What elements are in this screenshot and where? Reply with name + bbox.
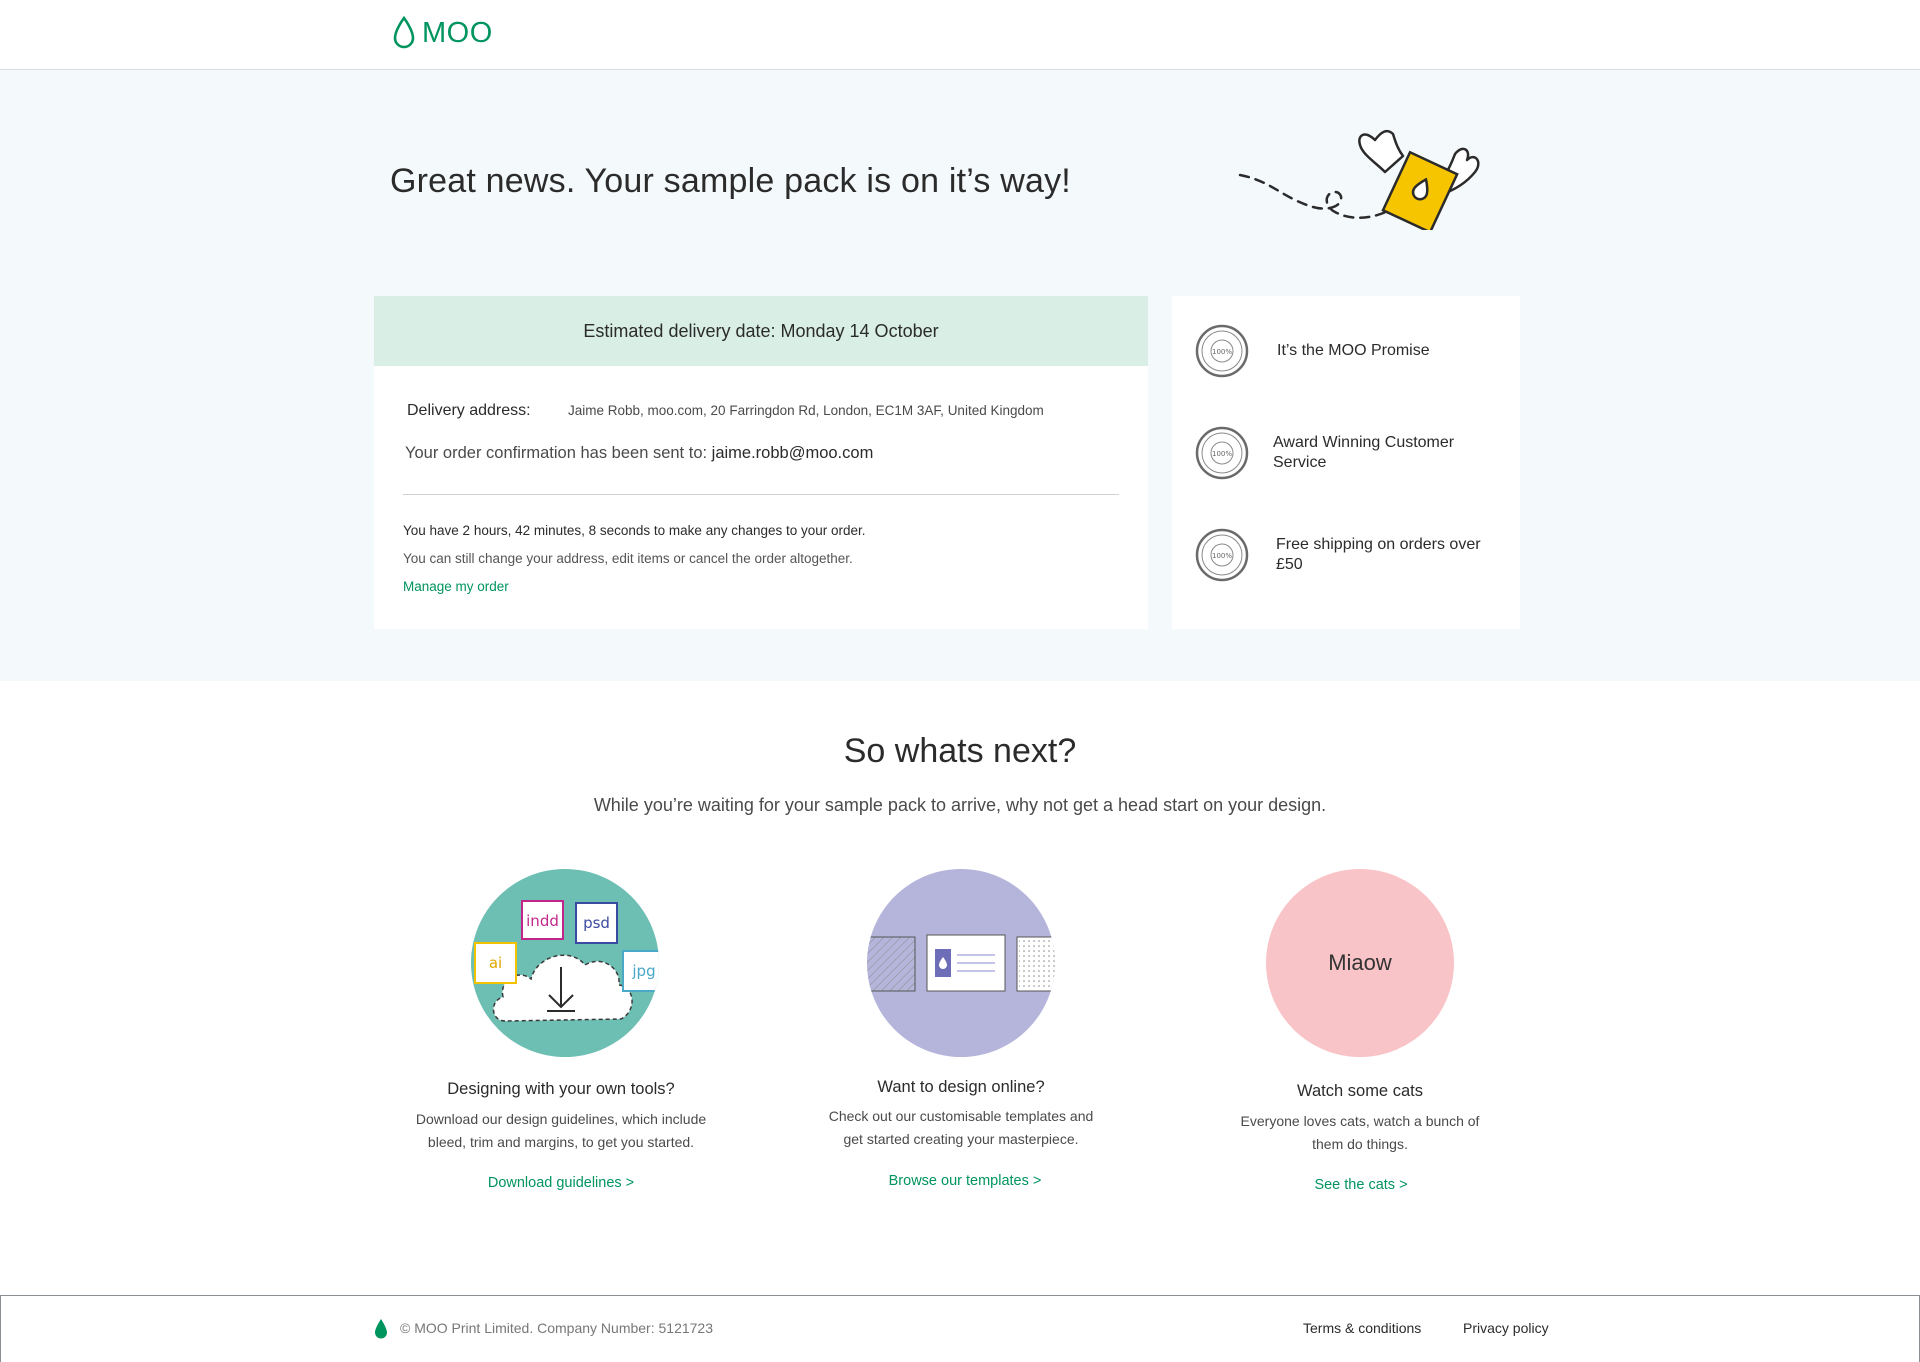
site-header: MOO: [0, 0, 1920, 70]
confirmation-sent-text: Your order confirmation has been sent to…: [405, 444, 873, 463]
cats-illustration[interactable]: Miaow: [1266, 869, 1454, 1057]
delivery-address-row: Delivery address: Jaime Robb, moo.com, 2…: [407, 402, 1044, 420]
miaow-label: Miaow: [1328, 950, 1392, 975]
svg-text:100%: 100%: [1212, 552, 1232, 560]
change-window-note: You can still change your address, edit …: [403, 551, 853, 566]
column-title: Want to design online?: [877, 1078, 1045, 1096]
page-title: Great news. Your sample pack is on it’s …: [390, 162, 1071, 200]
estimated-delivery-banner: Estimated delivery date: Monday 14 Octob…: [374, 296, 1148, 366]
delivery-address-label: Delivery address:: [407, 402, 531, 419]
column-title: Designing with your own tools?: [447, 1080, 675, 1098]
promise-text: It’s the MOO Promise: [1277, 342, 1430, 359]
svg-text:ai: ai: [489, 954, 502, 972]
copyright-text: © MOO Print Limited. Company Number: 512…: [400, 1320, 714, 1336]
svg-text:jpg: jpg: [631, 962, 655, 980]
flying-card-illustration: [1238, 129, 1480, 230]
template-cards-icon: [867, 934, 1055, 992]
column-description-line: bleed, trim and margins, to get you star…: [427, 1134, 695, 1150]
confirmation-label: Your order confirmation has been sent to…: [405, 444, 712, 462]
delivery-card: Estimated delivery date: Monday 14 Octob…: [374, 296, 1148, 629]
column-description: Download our design guidelines, which in…: [391, 1108, 731, 1154]
logo-text: MOO: [422, 16, 493, 49]
section-title: So whats next?: [843, 732, 1077, 770]
promise-item-moo-promise: 100% It’s the MOO Promise: [1195, 324, 1482, 378]
svg-text:100%: 100%: [1212, 450, 1232, 458]
column-description-line: them do things.: [1312, 1136, 1408, 1152]
column-description: Everyone loves cats, watch a bunch of th…: [1190, 1110, 1530, 1156]
delivery-address-value: Jaime Robb, moo.com, 20 Farringdon Rd, L…: [568, 403, 1044, 418]
svg-text:indd: indd: [526, 912, 559, 930]
confirmation-hero: Great news. Your sample pack is on it’s …: [0, 70, 1920, 681]
section-subtitle: While you’re waiting for your sample pac…: [593, 795, 1327, 815]
promise-text: Free shipping on orders over £50: [1276, 536, 1481, 573]
promise-text: Award Winning Customer Service: [1273, 434, 1455, 471]
moo-logo[interactable]: MOO: [392, 16, 493, 50]
svg-text:psd: psd: [583, 914, 610, 932]
card-divider: [403, 494, 1119, 495]
satisfaction-seal-icon: 100%: [1195, 426, 1249, 480]
change-window-timer: You have 2 hours, 42 minutes, 8 seconds …: [403, 523, 866, 538]
column-description-line: Check out our customisable templates and: [828, 1108, 1094, 1124]
satisfaction-seal-icon: 100%: [1195, 324, 1249, 378]
column-description-line: Download our design guidelines, which in…: [415, 1111, 707, 1127]
download-guidelines-link[interactable]: Download guidelines >: [391, 1175, 731, 1191]
browse-templates-link[interactable]: Browse our templates >: [795, 1173, 1135, 1189]
confirmation-email: jaime.robb@moo.com: [711, 444, 874, 462]
design-online-illustration: [867, 869, 1055, 1057]
terms-link[interactable]: Terms & conditions: [1303, 1320, 1421, 1336]
promise-item-customer-service: 100% Award Winning Customer Service: [1195, 426, 1478, 480]
privacy-link[interactable]: Privacy policy: [1463, 1320, 1549, 1336]
manage-order-link[interactable]: Manage my order: [403, 579, 509, 594]
svg-text:100%: 100%: [1212, 348, 1232, 356]
see-cats-link[interactable]: See the cats >: [1191, 1177, 1531, 1193]
site-footer: © MOO Print Limited. Company Number: 512…: [0, 1295, 1920, 1362]
satisfaction-seal-icon: 100%: [1195, 528, 1249, 582]
promise-item-free-shipping: 100% Free shipping on orders over £50: [1195, 528, 1481, 582]
cloud-download-icon: indd psd ai jpg: [474, 900, 659, 1022]
column-description: Check out our customisable templates and…: [791, 1105, 1131, 1151]
column-description-line: get started creating your masterpiece.: [843, 1131, 1079, 1147]
moo-drop-icon: [375, 1319, 387, 1339]
promise-card: 100% It’s the MOO Promise 100% Award Win…: [1172, 296, 1520, 629]
column-title: Watch some cats: [1297, 1082, 1423, 1100]
column-description-line: Everyone loves cats, watch a bunch of: [1240, 1113, 1480, 1129]
moo-drop-icon: [393, 16, 415, 49]
own-tools-illustration: indd psd ai jpg: [471, 869, 659, 1057]
